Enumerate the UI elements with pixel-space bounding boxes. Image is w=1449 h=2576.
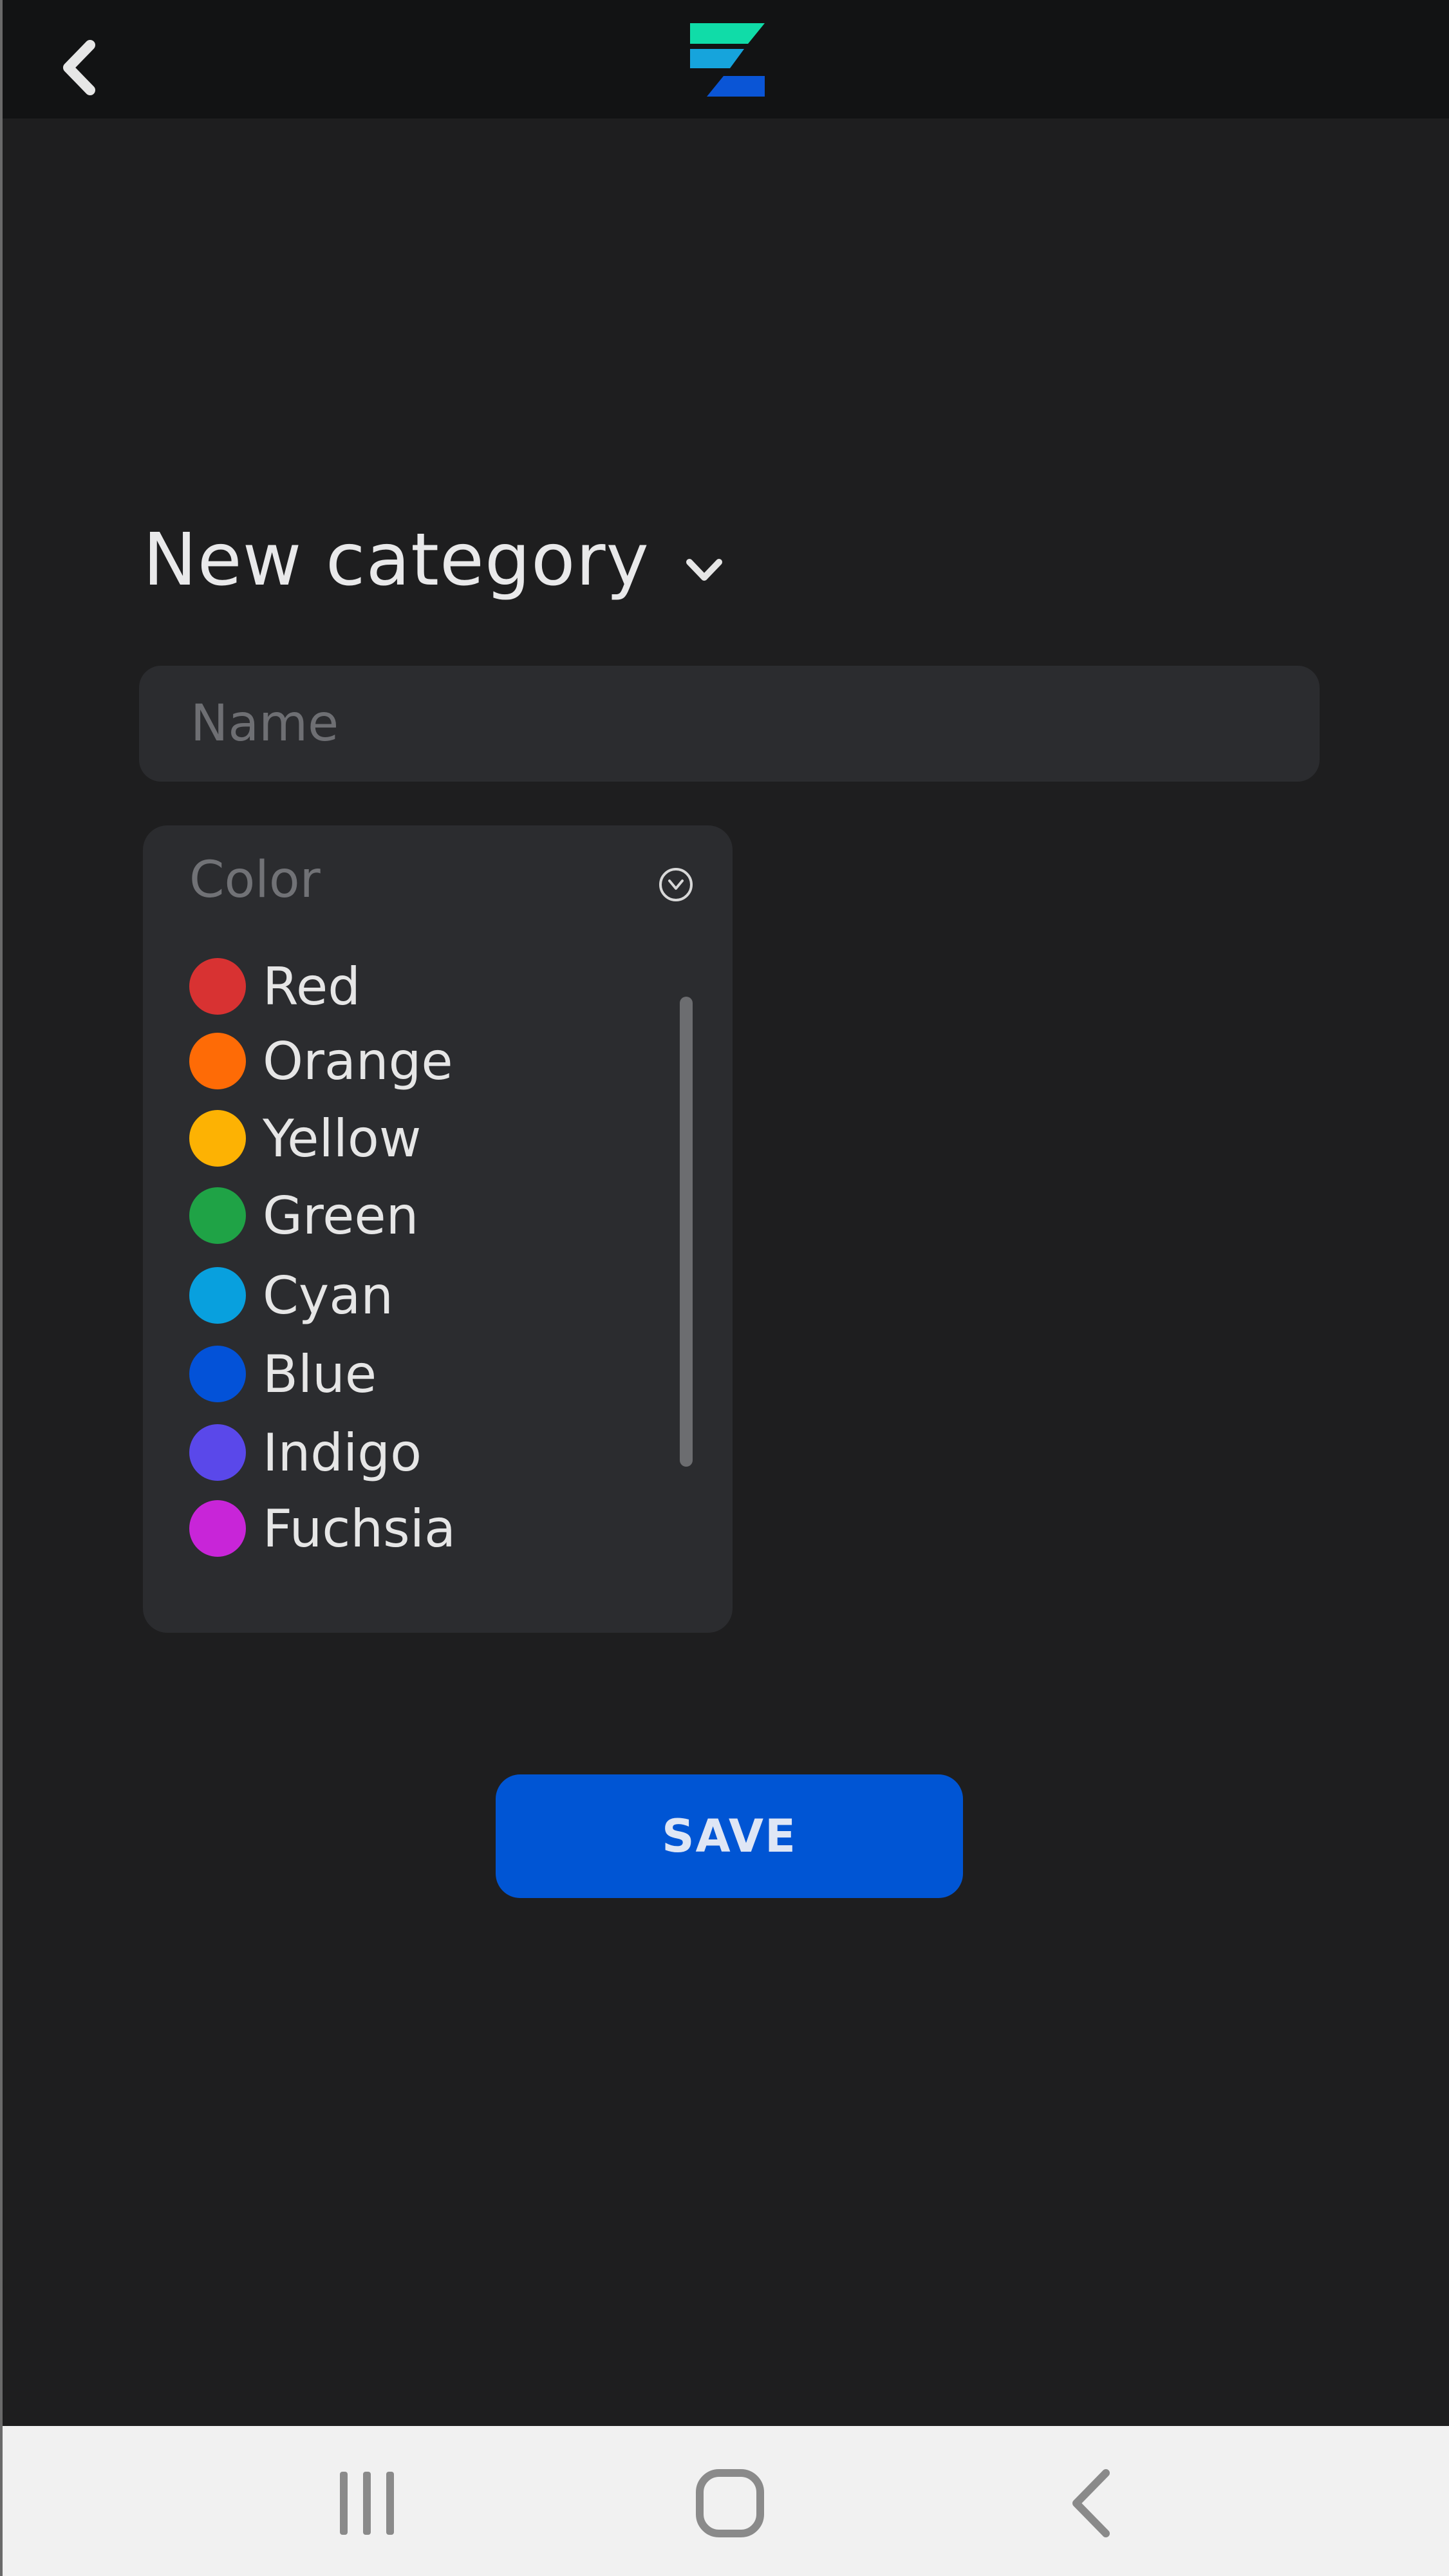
color-option-label: Fuchsia (263, 1498, 456, 1559)
color-dropdown-label: Color (189, 851, 321, 909)
chevron-left-icon (63, 40, 95, 95)
color-list-scrollbar[interactable] (680, 997, 693, 1467)
color-option-blue[interactable]: Blue (189, 1342, 640, 1406)
color-swatch (189, 1424, 246, 1481)
recents-button[interactable] (322, 2465, 412, 2542)
category-type-selector[interactable]: New category (143, 515, 723, 605)
color-swatch (189, 1187, 246, 1244)
system-back-button[interactable] (1047, 2465, 1137, 2542)
app-logo (690, 23, 765, 97)
color-option-yellow[interactable]: Yellow (189, 1106, 640, 1170)
color-swatch (189, 1267, 246, 1324)
home-button[interactable] (685, 2465, 775, 2542)
back-button[interactable] (54, 32, 106, 103)
system-navigation-bar (3, 2426, 1449, 2576)
save-button[interactable]: SAVE (496, 1774, 963, 1898)
color-option-fuchsia[interactable]: Fuchsia (189, 1496, 640, 1561)
color-option-green[interactable]: Green (189, 1183, 640, 1248)
color-option-orange[interactable]: Orange (189, 1029, 640, 1093)
page-title: New category (143, 518, 650, 602)
top-app-bar (3, 0, 1449, 118)
color-option-label: Orange (263, 1031, 453, 1091)
color-swatch (189, 1033, 246, 1089)
app-screen: New category Color Red Orange Yellow (0, 0, 1449, 2576)
name-input[interactable] (139, 666, 1320, 782)
color-dropdown: Color Red Orange Yellow Green Cyan Blue … (143, 825, 733, 1633)
color-swatch (189, 1110, 246, 1167)
color-option-label: Blue (263, 1344, 377, 1404)
chevron-circle-icon[interactable] (658, 867, 694, 903)
home-icon (696, 2469, 764, 2537)
chevron-down-icon (686, 559, 722, 581)
color-swatch (189, 958, 246, 1015)
color-swatch (189, 1500, 246, 1557)
color-option-label: Yellow (263, 1108, 422, 1169)
color-option-label: Indigo (263, 1422, 422, 1483)
back-icon (1072, 2469, 1110, 2537)
color-option-label: Red (263, 956, 360, 1017)
color-option-label: Green (263, 1185, 419, 1246)
color-option-label: Cyan (263, 1265, 393, 1326)
color-option-cyan[interactable]: Cyan (189, 1263, 640, 1328)
color-option-indigo[interactable]: Indigo (189, 1420, 640, 1485)
color-option-red[interactable]: Red (189, 954, 640, 1019)
recents-icon (340, 2472, 394, 2535)
color-swatch (189, 1346, 246, 1402)
